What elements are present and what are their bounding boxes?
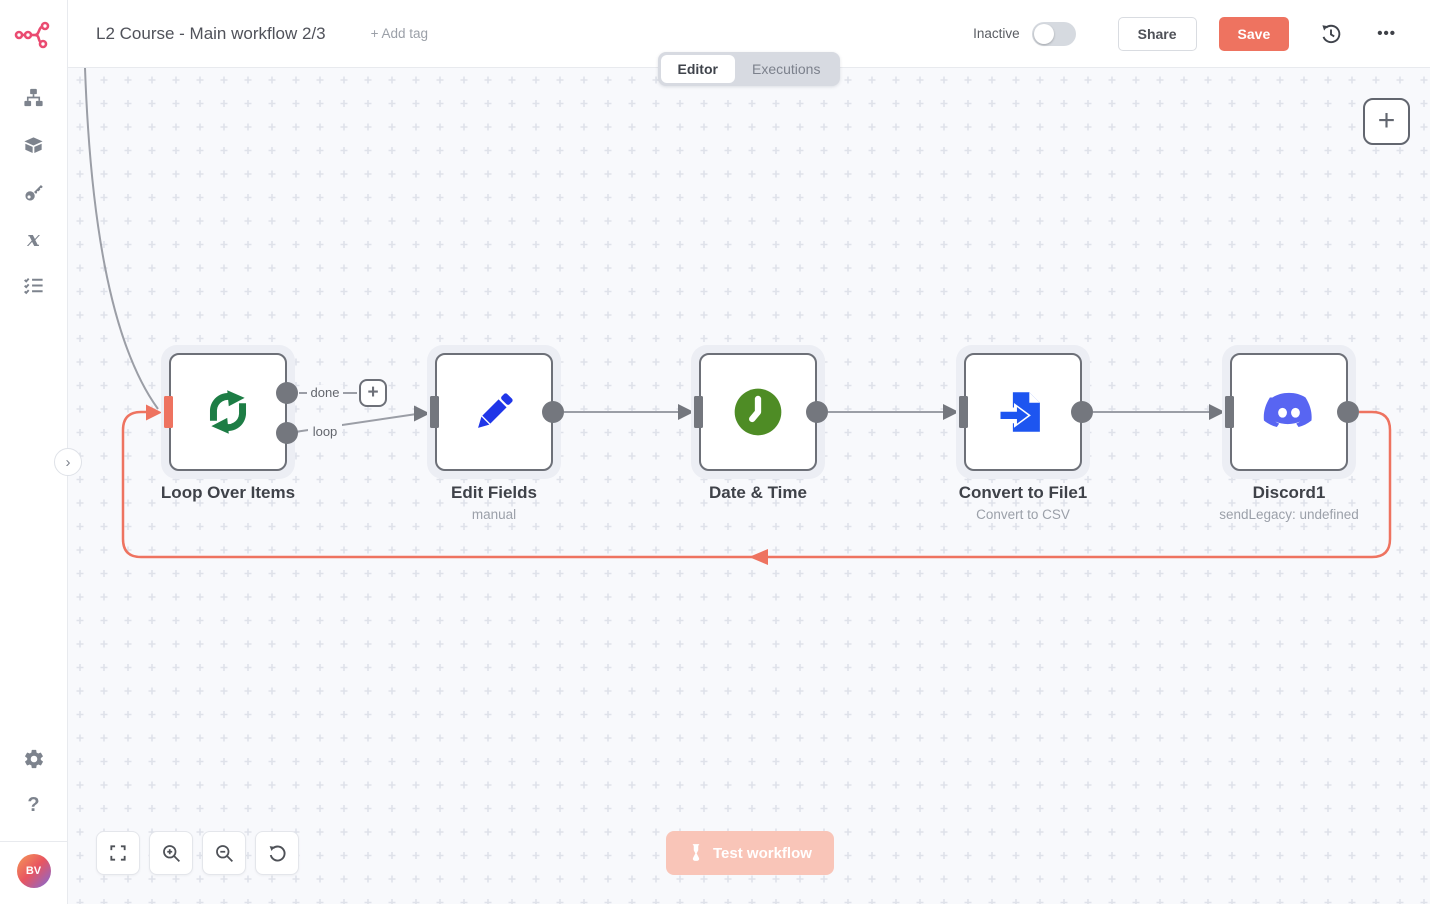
arrowhead-loopback-input [146, 405, 162, 421]
file-import-icon [996, 385, 1050, 439]
key-icon [23, 181, 45, 203]
output-endpoint[interactable] [806, 401, 828, 423]
expand-sidebar-button[interactable]: › [54, 448, 82, 476]
input-endpoint[interactable] [1225, 396, 1234, 428]
sidebar-item-help[interactable]: ? [11, 782, 57, 829]
output-endpoint[interactable] [1071, 401, 1093, 423]
node-box [1230, 353, 1348, 471]
output-endpoint-done[interactable] [276, 382, 298, 404]
checklist-icon [22, 274, 45, 297]
gear-icon [23, 748, 45, 770]
history-icon [1319, 22, 1343, 46]
output-endpoint-loop[interactable] [276, 422, 298, 444]
loop-icon [197, 381, 259, 443]
question-icon: ? [27, 794, 39, 817]
add-node-button[interactable]: + [1363, 98, 1410, 145]
sidebar-bottom: ? BV [0, 735, 67, 904]
sidebar-item-templates[interactable] [11, 121, 57, 168]
node-subtitle: Convert to CSV [883, 507, 1163, 522]
box-icon [22, 133, 45, 156]
fit-view-button[interactable] [96, 831, 140, 875]
connection-incoming[interactable] [85, 68, 158, 409]
clock-icon [730, 384, 786, 440]
ellipsis-icon[interactable]: ••• [1371, 19, 1402, 48]
status-label: Inactive [973, 26, 1020, 41]
tab-editor[interactable]: Editor [661, 55, 735, 83]
canvas-controls [96, 831, 299, 875]
node-box [964, 353, 1082, 471]
zoom-in-button[interactable] [149, 831, 193, 875]
node-subtitle: manual [354, 507, 634, 522]
node-box [169, 353, 287, 471]
workflow-title[interactable]: L2 Course - Main workflow 2/3 [96, 24, 326, 44]
node-title: Edit Fields [451, 483, 537, 502]
header-actions: Inactive Share Save ••• [973, 17, 1402, 51]
zoom-in-icon [161, 843, 182, 864]
node-loop-over-items[interactable]: Loop Over Items [169, 353, 287, 471]
zoom-out-button[interactable] [202, 831, 246, 875]
node-title: Discord1 [1253, 483, 1326, 502]
share-button[interactable]: Share [1118, 17, 1197, 51]
node-label: Loop Over Items [88, 483, 368, 503]
sidebar-nav: x [11, 74, 57, 309]
tab-group: Editor Executions [658, 52, 841, 86]
active-toggle[interactable] [1032, 22, 1076, 46]
discord-icon [1258, 381, 1320, 443]
pencil-icon [468, 386, 520, 438]
output-label-done: done [307, 385, 343, 400]
node-subtitle: sendLegacy: undefined [1149, 507, 1429, 522]
n8n-logo-icon [14, 19, 54, 49]
user-area: BV [0, 841, 67, 904]
output-endpoint[interactable] [542, 401, 564, 423]
arrowhead-loopback-mid [749, 549, 768, 565]
node-box [435, 353, 553, 471]
input-endpoint[interactable] [959, 396, 968, 428]
chevron-right-icon: › [66, 454, 71, 471]
view-switcher: Editor Executions [68, 52, 1430, 86]
node-title: Convert to File1 [959, 483, 1087, 502]
input-endpoint[interactable] [164, 396, 173, 428]
avatar[interactable]: BV [17, 854, 51, 888]
sidebar-item-executions[interactable] [11, 262, 57, 309]
add-node-after-done-button[interactable]: + [359, 379, 387, 407]
fit-view-icon [108, 843, 128, 863]
reset-zoom-icon [267, 843, 288, 864]
sidebar-item-workflows[interactable] [11, 74, 57, 121]
node-label: Edit Fields manual [354, 483, 634, 522]
node-label: Date & Time [618, 483, 898, 503]
reset-zoom-button[interactable] [255, 831, 299, 875]
node-discord[interactable]: Discord1 sendLegacy: undefined [1230, 353, 1348, 471]
input-endpoint[interactable] [694, 396, 703, 428]
add-tag-button[interactable]: + Add tag [371, 26, 428, 41]
flask-icon [688, 844, 704, 862]
tab-executions[interactable]: Executions [735, 55, 837, 83]
sidebar-item-variables[interactable]: x [11, 215, 57, 262]
output-endpoint[interactable] [1337, 401, 1359, 423]
node-box [699, 353, 817, 471]
n8n-logo[interactable] [12, 16, 56, 52]
toggle-knob [1034, 24, 1054, 44]
output-label-loop: loop [308, 424, 342, 439]
node-label: Discord1 sendLegacy: undefined [1149, 483, 1429, 522]
node-label: Convert to File1 Convert to CSV [883, 483, 1163, 522]
workflow-canvas[interactable]: done loop Loop Over Items [68, 68, 1430, 904]
sitemap-icon [22, 86, 45, 109]
test-workflow-button[interactable]: Test workflow [666, 831, 834, 875]
sidebar-item-settings[interactable] [11, 735, 57, 782]
zoom-out-icon [214, 843, 235, 864]
test-workflow-label: Test workflow [713, 845, 812, 862]
node-edit-fields[interactable]: Edit Fields manual [435, 353, 553, 471]
input-endpoint[interactable] [430, 396, 439, 428]
sidebar-item-credentials[interactable] [11, 168, 57, 215]
node-date-time[interactable]: Date & Time [699, 353, 817, 471]
history-button[interactable] [1315, 18, 1347, 50]
variables-icon: x [27, 226, 40, 251]
save-button[interactable]: Save [1219, 17, 1290, 51]
node-convert-to-file[interactable]: Convert to File1 Convert to CSV [964, 353, 1082, 471]
